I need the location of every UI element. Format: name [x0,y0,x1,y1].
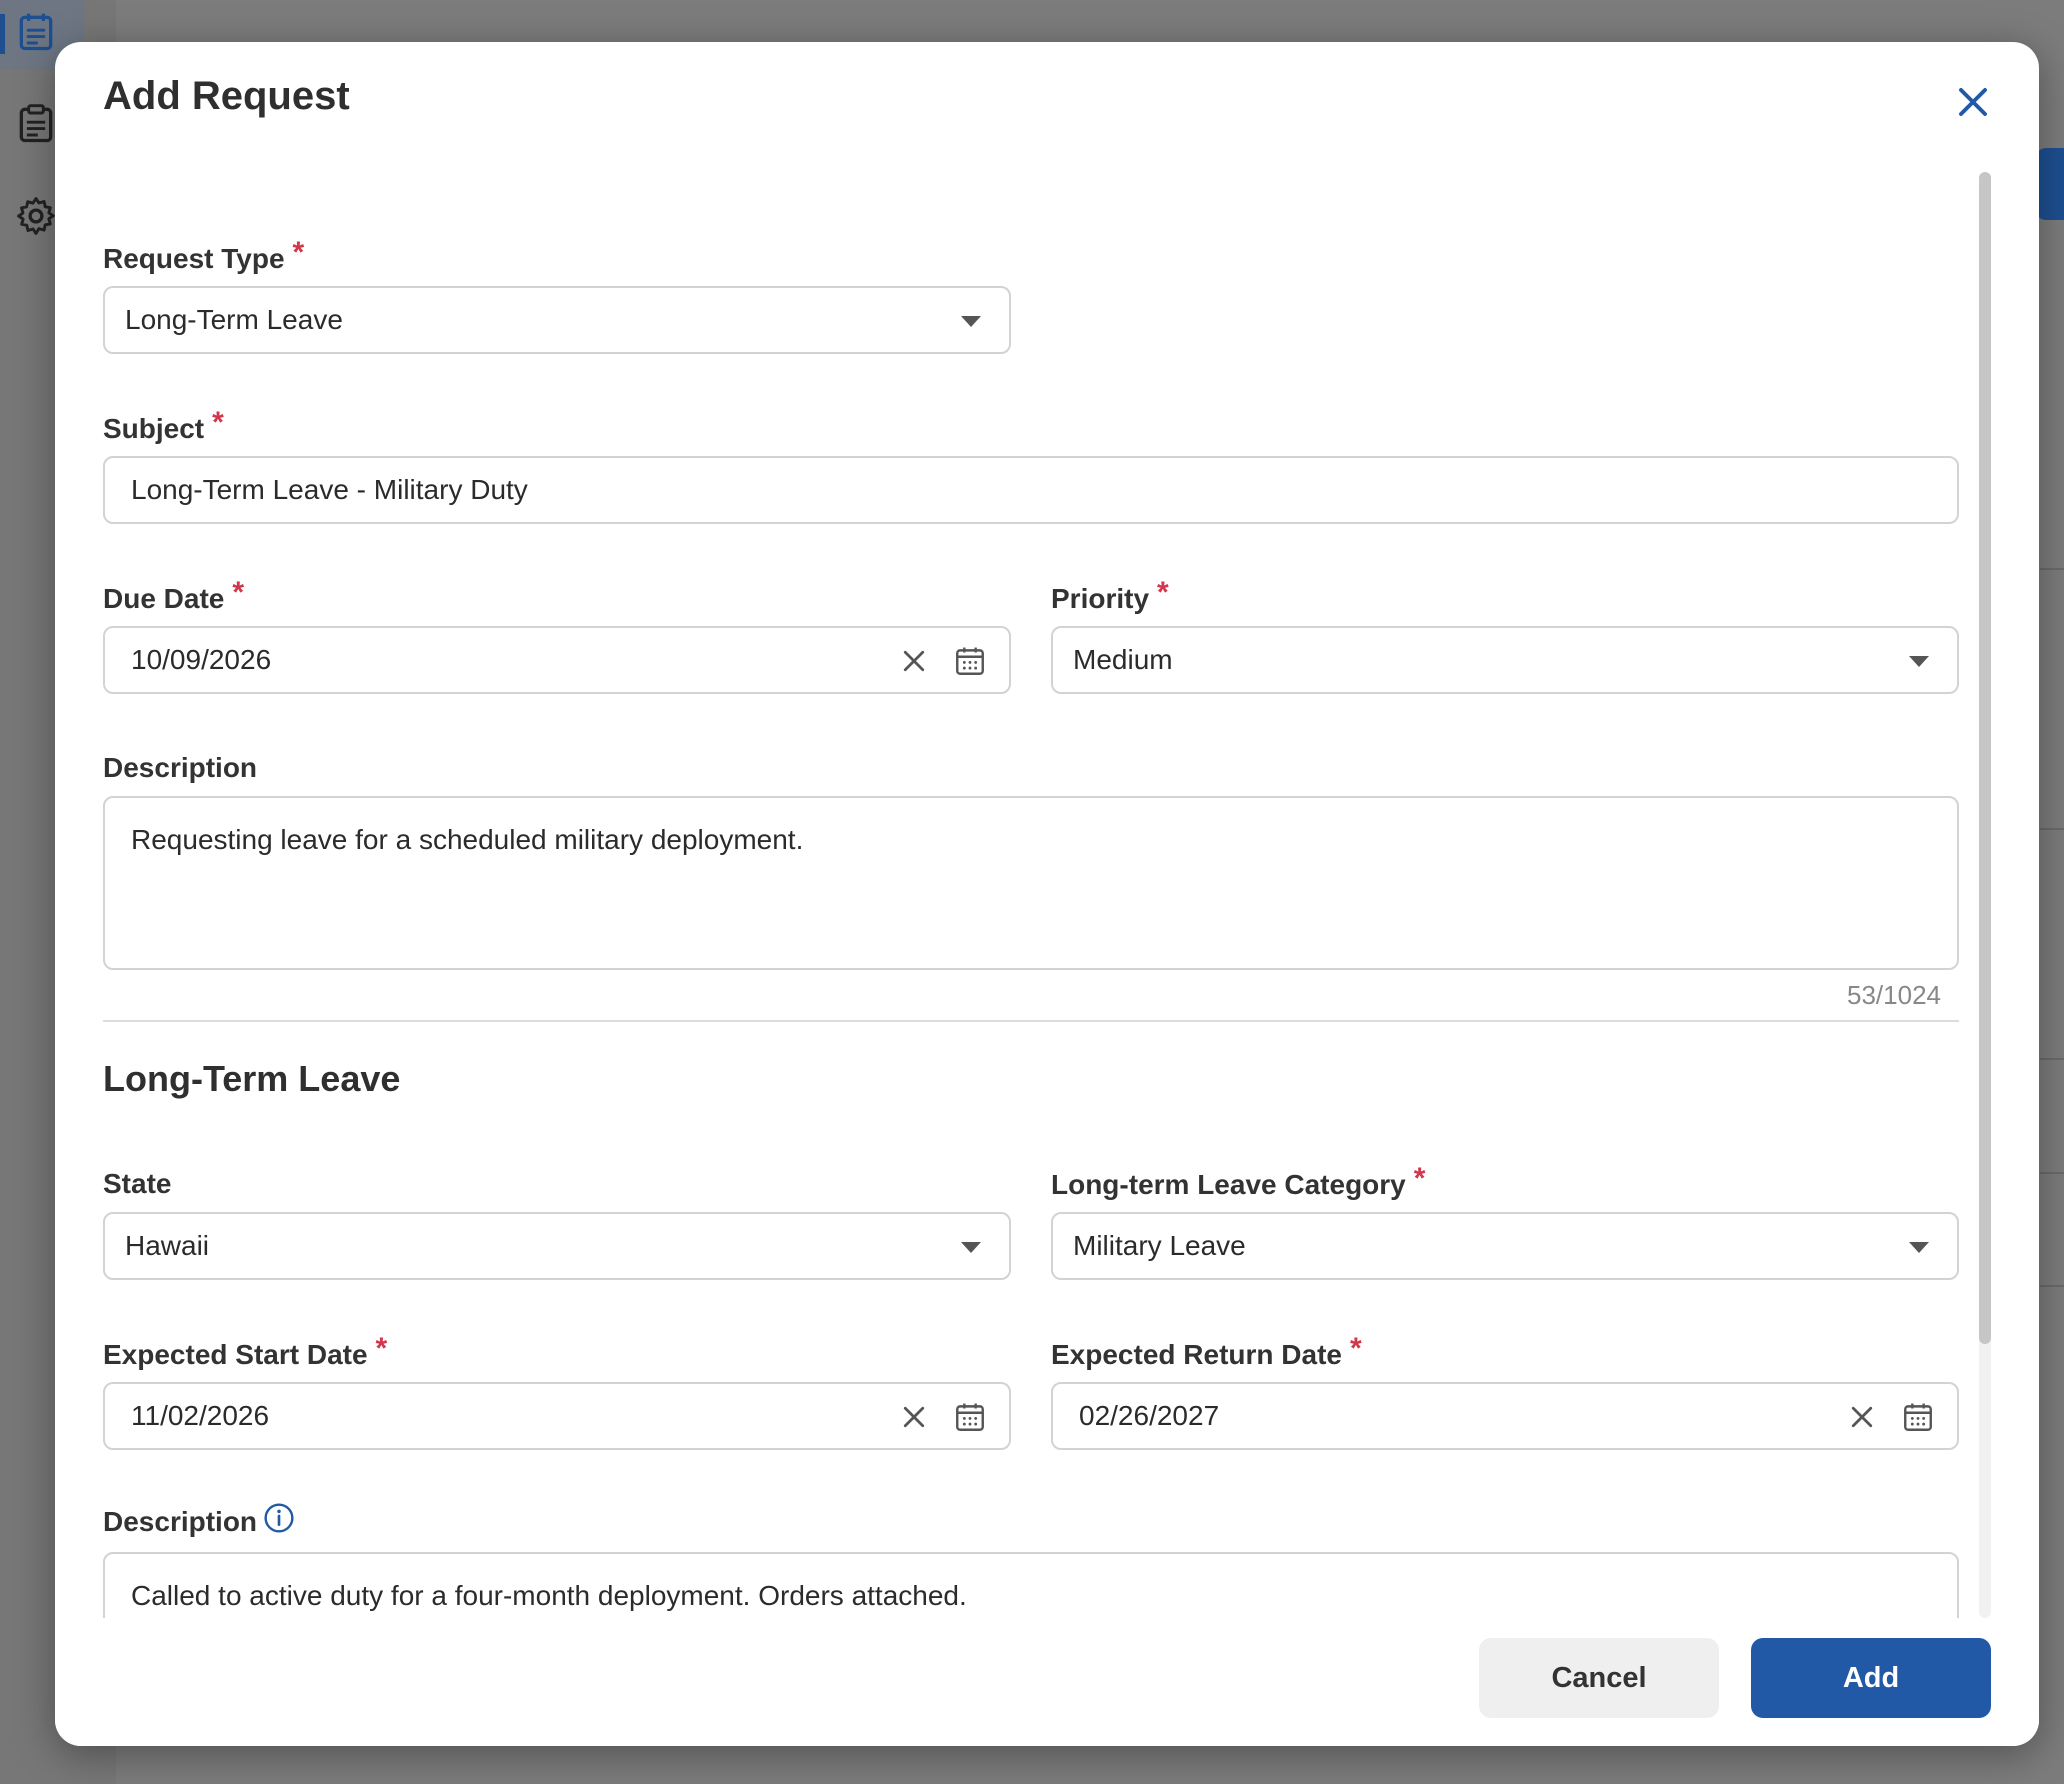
due-date-label: Due Date * [103,576,245,614]
due-date-input[interactable]: 10/09/2026 [103,626,1011,694]
background-divider [2040,1058,2064,1060]
state-select[interactable]: Hawaii [103,1212,1011,1280]
start-date-input[interactable]: 11/02/2026 [103,1382,1011,1450]
priority-select[interactable]: Medium [1051,626,1959,694]
start-date-label: Expected Start Date * [103,1332,388,1370]
state-value: Hawaii [125,1230,210,1261]
request-type-label: Request Type * [103,236,305,274]
leave-description-value: Called to active duty for a four-month d… [131,1580,967,1611]
state-label: State [103,1168,172,1199]
gear-icon[interactable] [14,194,58,238]
clear-icon[interactable] [899,646,929,676]
calendar-icon[interactable] [953,1399,987,1435]
character-counter: 53/1024 [1847,980,1941,1010]
description-value: Requesting leave for a scheduled militar… [131,824,804,855]
leave-category-label: Long-term Leave Category * [1051,1162,1426,1200]
request-type-select[interactable]: Long-Term Leave [103,286,1011,354]
calendar-icon[interactable] [953,643,987,679]
close-icon [1959,88,1987,116]
due-date-value: 10/09/2026 [131,644,272,675]
dialog-title: Add Request [103,74,350,118]
chevron-down-icon [1909,656,1929,667]
subject-value: Long-Term Leave - Military Duty [131,474,528,505]
clear-icon[interactable] [1847,1402,1877,1432]
required-marker: * [212,406,224,439]
description-label: Description [103,752,258,783]
description-textarea[interactable]: Requesting leave for a scheduled militar… [103,796,1959,970]
leave-description-label: Description [103,1506,258,1537]
return-date-label: Expected Return Date * [1051,1332,1362,1370]
required-marker: * [375,1332,388,1365]
required-marker: * [292,236,305,269]
request-type-value: Long-Term Leave [125,304,343,335]
chevron-down-icon [961,316,981,327]
leave-description-textarea[interactable]: Called to active duty for a four-month d… [103,1552,1959,1618]
background-divider [2040,1285,2064,1287]
required-marker: * [1413,1162,1426,1195]
leave-category-value: Military Leave [1073,1230,1246,1261]
background-action-button [2036,148,2064,220]
return-date-input[interactable]: 02/26/2027 [1051,1382,1959,1450]
dialog-footer: Cancel Add [55,1618,2039,1746]
calendar-list-icon[interactable] [14,10,58,54]
priority-value: Medium [1073,644,1173,675]
background-divider [2040,568,2064,570]
calendar-icon[interactable] [1901,1399,1935,1435]
leave-category-select[interactable]: Military Leave [1051,1212,1959,1280]
required-marker: * [232,576,245,609]
section-divider [103,1020,1959,1022]
required-marker: * [1157,576,1169,609]
subject-label: Subject * [103,406,224,444]
sidebar-active-indicator [0,14,5,54]
chevron-down-icon [1909,1242,1929,1253]
priority-label: Priority * [1051,576,1169,614]
close-button[interactable] [1945,74,2001,130]
chevron-down-icon [961,1242,981,1253]
background-divider [2040,828,2064,830]
dialog-body: Request Type * Long-Term Leave Subject * L… [55,172,2039,1618]
subject-input[interactable]: Long-Term Leave - Military Duty [103,456,1959,524]
info-icon[interactable] [263,1502,295,1534]
add-request-dialog: Add Request Request Type * Long-Term Leav… [55,42,2039,1746]
required-marker: * [1349,1332,1362,1365]
start-date-value: 11/02/2026 [131,1400,270,1431]
return-date-value: 02/26/2027 [1079,1400,1220,1431]
background-divider [2040,1172,2064,1174]
section-title: Long-Term Leave [103,1058,401,1099]
add-button[interactable]: Add [1751,1638,1991,1718]
clipboard-icon[interactable] [14,102,58,146]
cancel-button[interactable]: Cancel [1479,1638,1719,1718]
clear-icon[interactable] [899,1402,929,1432]
